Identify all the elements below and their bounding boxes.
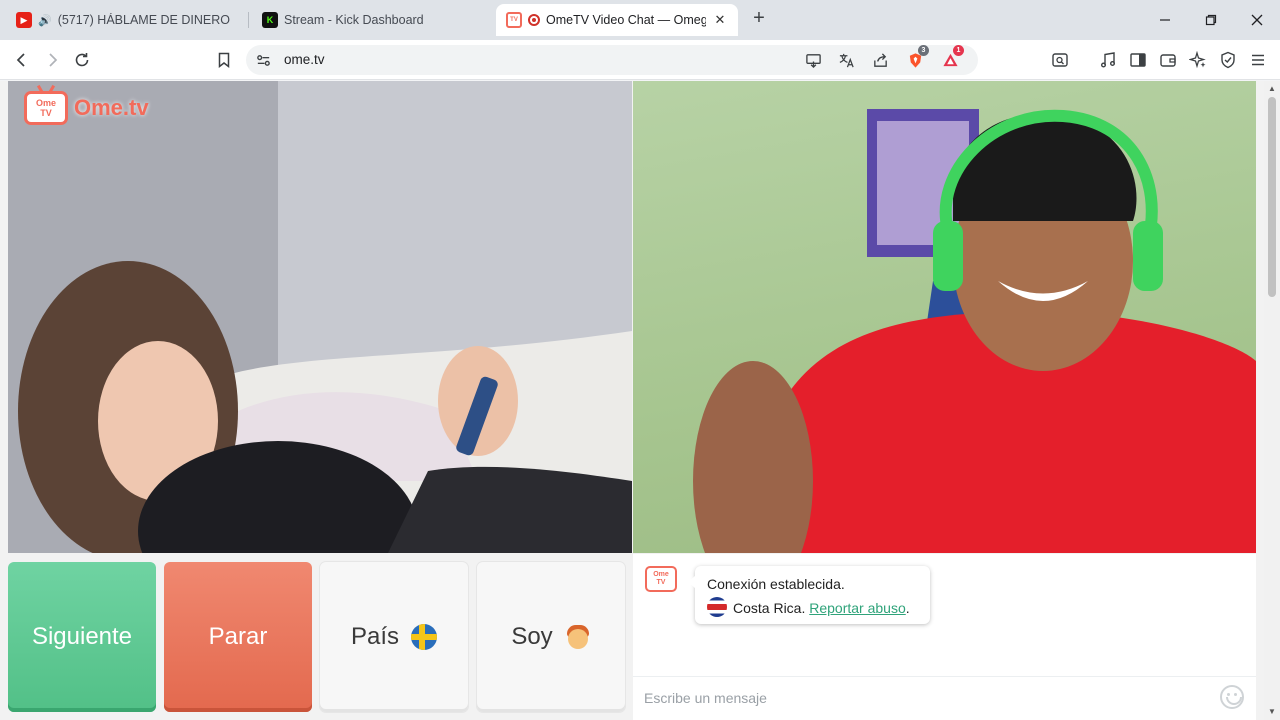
self-video xyxy=(633,81,1256,553)
tab-kick[interactable]: K Stream - Kick Dashboard xyxy=(252,4,490,36)
wallet-icon[interactable] xyxy=(1156,48,1180,72)
new-tab-button[interactable]: + xyxy=(748,8,770,30)
translate-icon[interactable] xyxy=(835,49,857,71)
minimize-icon[interactable] xyxy=(1142,0,1188,40)
forward-icon[interactable] xyxy=(40,48,64,72)
logo-text: Ome.tv xyxy=(74,95,149,120)
brave-shields-icon[interactable]: 3 xyxy=(904,45,929,71)
gender-label: Soy xyxy=(511,623,553,650)
tab-strip: ▶ 🔊 (5717) HÁBLAME DE DINERO 💰 K Stream … xyxy=(0,0,1280,40)
sidebar-icon[interactable] xyxy=(1126,48,1150,72)
ometv-icon: TV xyxy=(506,12,522,28)
boy-emoji-icon xyxy=(565,624,591,650)
tab-youtube[interactable]: ▶ 🔊 (5717) HÁBLAME DE DINERO 💰 xyxy=(6,4,244,36)
country-label: País xyxy=(350,623,400,650)
restore-icon[interactable] xyxy=(1188,0,1234,40)
scroll-up-icon[interactable]: ▲ xyxy=(1267,84,1277,94)
chat-panel: Ome TV Conexión establecida. Costa Rica. … xyxy=(633,554,1256,720)
ometv-logo-icon: Ome TV xyxy=(24,91,68,125)
vpn-icon[interactable] xyxy=(1216,48,1240,72)
report-abuse-link[interactable]: Reportar abuso xyxy=(809,600,906,616)
address-bar[interactable]: ome.tv 3 1 xyxy=(246,45,978,75)
browser-toolbar: ome.tv 3 1 xyxy=(0,40,1280,80)
ometv-page: Ome TV Ome.tv Siguiente Parar País Soy O… xyxy=(0,81,1280,720)
menu-icon[interactable] xyxy=(1246,48,1270,72)
tab-title: OmeTV Video Chat — Omegle xyxy=(546,13,706,27)
ometv-avatar-icon: Ome TV xyxy=(645,566,677,592)
tab-close-icon[interactable]: ✕ xyxy=(712,12,728,28)
site-settings-icon[interactable] xyxy=(252,49,274,71)
system-message-bubble: Conexión establecida. Costa Rica. Report… xyxy=(688,566,930,624)
sweden-flag-icon xyxy=(411,624,438,650)
rewards-count-badge: 1 xyxy=(953,45,964,56)
brave-rewards-icon[interactable]: 1 xyxy=(939,45,964,71)
stranger-country-name: Costa Rica. xyxy=(733,600,806,616)
tab-title: Stream - Kick Dashboard xyxy=(284,13,424,27)
country-filter-button[interactable]: País xyxy=(320,562,468,712)
speaker-icon[interactable]: 🔊 xyxy=(38,14,52,27)
bookmark-icon[interactable] xyxy=(212,48,236,72)
url-text: ome.tv xyxy=(284,52,325,67)
tab-title: (5717) HÁBLAME DE DINERO 💰 xyxy=(57,12,234,27)
shields-count-badge: 3 xyxy=(918,45,929,56)
emoji-icon[interactable] xyxy=(1220,685,1244,709)
close-icon[interactable] xyxy=(1234,0,1280,40)
recording-icon xyxy=(528,14,540,26)
leo-ai-icon[interactable] xyxy=(1186,48,1210,72)
back-icon[interactable] xyxy=(10,48,34,72)
next-button[interactable]: Siguiente xyxy=(8,562,156,712)
stop-label: Parar xyxy=(208,623,268,650)
ometv-logo[interactable]: Ome TV Ome.tv xyxy=(24,91,149,125)
stranger-country-line: Costa Rica. Reportar abuso. xyxy=(707,596,918,620)
stop-button[interactable]: Parar xyxy=(164,562,312,712)
youtube-icon: ▶ xyxy=(16,12,32,28)
connection-status-text: Conexión establecida. xyxy=(707,576,845,592)
share-icon[interactable] xyxy=(869,49,891,71)
message-bar xyxy=(633,676,1256,720)
reload-icon[interactable] xyxy=(70,48,94,72)
scrollbar-thumb[interactable] xyxy=(1268,97,1276,297)
next-label: Siguiente xyxy=(31,623,133,650)
message-input[interactable] xyxy=(644,685,1204,711)
stranger-video: Ome TV Ome.tv xyxy=(8,81,632,553)
tab-separator xyxy=(248,12,249,28)
tab-ometv[interactable]: TV OmeTV Video Chat — Omegle ✕ xyxy=(496,4,738,36)
page-scrollbar[interactable]: ▲ ▼ xyxy=(1264,81,1280,720)
self-video-frame xyxy=(693,109,1256,553)
stranger-video-frame xyxy=(8,81,632,553)
media-icon[interactable] xyxy=(1096,48,1120,72)
leo-search-icon[interactable] xyxy=(1048,48,1072,72)
kick-icon: K xyxy=(262,12,278,28)
scroll-down-icon[interactable]: ▼ xyxy=(1267,707,1277,717)
gender-button[interactable]: Soy xyxy=(477,562,625,712)
costa-rica-flag-icon xyxy=(707,597,727,617)
cast-icon[interactable] xyxy=(802,49,824,71)
